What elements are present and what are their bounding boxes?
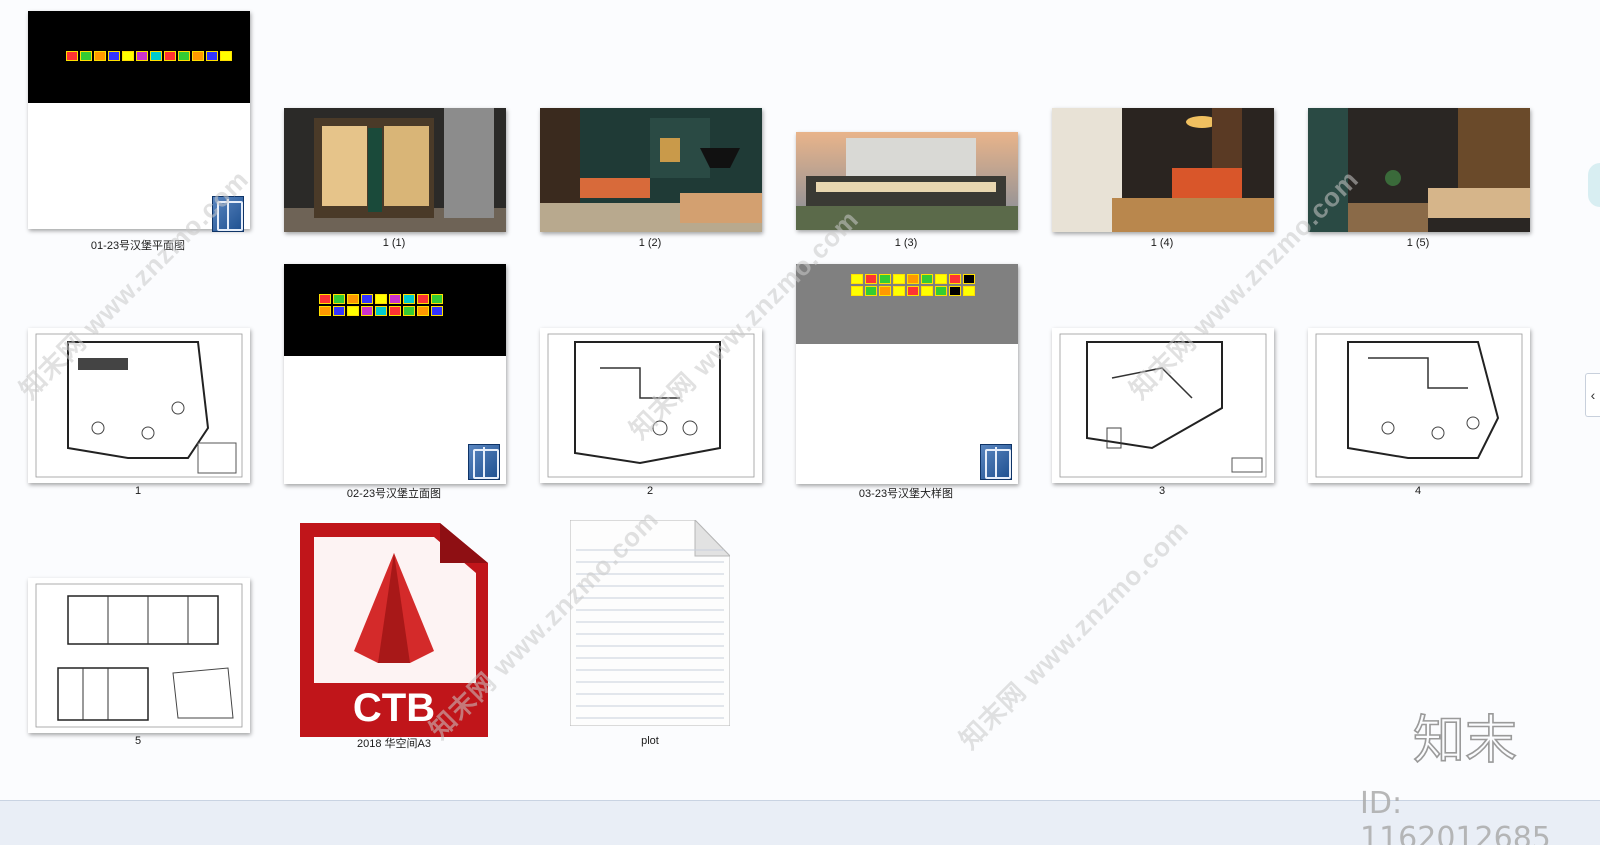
file-label: 4 — [1414, 485, 1422, 497]
file-label: 02-23号汉堡立面图 — [346, 488, 442, 500]
file-label: 03-23号汉堡大样图 — [858, 488, 954, 500]
file-item-image[interactable]: 1 (5) — [1300, 8, 1536, 258]
file-label: 5 — [134, 735, 142, 747]
file-item-plan[interactable]: 2 — [532, 258, 768, 508]
file-item-ctb[interactable]: CTB 2018 华空间A3 — [276, 508, 512, 758]
file-item-dwg-detail[interactable]: 03-23号汉堡大样图 — [788, 258, 1024, 508]
collapse-panel-button[interactable]: ‹ — [1585, 373, 1600, 417]
brand-logo-text: 知末 — [1413, 711, 1517, 771]
brand-watermark: 知末 — [1405, 708, 1525, 772]
file-item-dwg-elevation[interactable]: 02-23号汉堡立面图 — [276, 258, 512, 508]
side-panel-handle[interactable] — [1588, 163, 1600, 207]
floor-plan-drawing — [1315, 333, 1523, 478]
file-item-image[interactable]: 1 (2) — [532, 8, 768, 258]
dwg-file-icon — [468, 444, 500, 480]
file-item-image[interactable]: 1 (4) — [1044, 8, 1280, 258]
file-label: plot — [641, 735, 659, 747]
file-icon-view: 01-23号汉堡平面图 1 (1) 1 (2) 1 (3) 1 (4) 1 (5… — [0, 0, 1600, 800]
file-item-image[interactable]: 1 (1) — [276, 8, 512, 258]
file-item-plan[interactable]: 5 — [20, 508, 256, 758]
file-label: 1 — [134, 485, 142, 497]
dwg-file-icon — [980, 444, 1012, 480]
interior-photo — [540, 108, 762, 232]
watermark-text: 知末网 www.znzmo.com — [953, 513, 1195, 755]
file-label: 1 (2) — [638, 237, 662, 249]
file-label: 1 (1) — [382, 237, 406, 249]
file-label: 2018 华空间A3 — [357, 738, 431, 750]
file-thumbnail — [284, 108, 506, 232]
id-watermark: ID: 1162012685 — [1360, 786, 1551, 845]
file-item-text[interactable]: plot — [532, 508, 768, 758]
file-label: 2 — [646, 485, 654, 497]
file-label: 1 (4) — [1150, 237, 1174, 249]
file-thumbnail — [1308, 328, 1530, 483]
file-thumbnail — [540, 108, 762, 232]
file-label: 1 (5) — [1406, 237, 1430, 249]
file-item-plan[interactable]: 4 — [1300, 258, 1536, 508]
file-label: 3 — [1158, 485, 1166, 497]
elevation-drawing — [35, 583, 243, 728]
storefront-photo — [284, 108, 506, 232]
brand-logo-icon: 知末 — [1412, 710, 1518, 772]
dining-photo — [1052, 108, 1274, 232]
file-thumbnail — [28, 578, 250, 733]
file-thumbnail — [1052, 108, 1274, 232]
